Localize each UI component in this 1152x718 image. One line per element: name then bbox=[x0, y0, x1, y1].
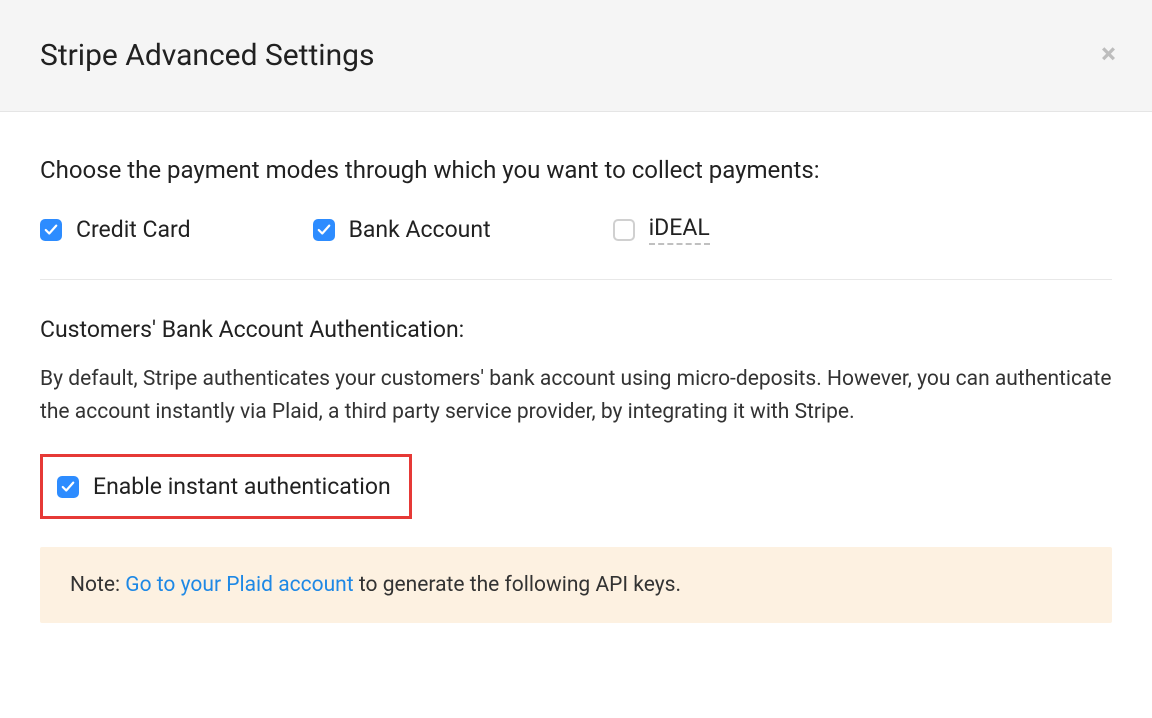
payment-modes-row: Credit Card Bank Account iDEAL bbox=[40, 214, 1112, 245]
modal-body: Choose the payment modes through which y… bbox=[0, 112, 1152, 643]
checkbox-label-enable-instant-auth: Enable instant authentication bbox=[93, 473, 391, 500]
checkbox-label-ideal[interactable]: iDEAL bbox=[649, 214, 710, 245]
divider bbox=[40, 279, 1112, 280]
check-icon bbox=[61, 480, 75, 494]
bank-auth-description: By default, Stripe authenticates your cu… bbox=[40, 363, 1112, 428]
check-icon bbox=[317, 223, 331, 237]
payment-modes-heading: Choose the payment modes through which y… bbox=[40, 156, 1112, 184]
checkbox-item-ideal: iDEAL bbox=[613, 214, 710, 245]
note-prefix: Note: bbox=[70, 573, 125, 597]
checkbox-credit-card[interactable] bbox=[40, 219, 62, 241]
modal-title: Stripe Advanced Settings bbox=[40, 38, 1112, 73]
plaid-account-link[interactable]: Go to your Plaid account bbox=[125, 573, 353, 597]
checkbox-label-bank-account: Bank Account bbox=[349, 216, 491, 243]
checkbox-bank-account[interactable] bbox=[313, 219, 335, 241]
modal-header: Stripe Advanced Settings × bbox=[0, 0, 1152, 112]
checkbox-item-credit-card: Credit Card bbox=[40, 214, 191, 245]
checkbox-item-bank-account: Bank Account bbox=[313, 214, 491, 245]
bank-auth-heading: Customers' Bank Account Authentication: bbox=[40, 316, 1112, 343]
close-icon[interactable]: × bbox=[1101, 40, 1116, 68]
note-box: Note: Go to your Plaid account to genera… bbox=[40, 547, 1112, 623]
note-suffix: to generate the following API keys. bbox=[354, 573, 681, 597]
checkbox-ideal[interactable] bbox=[613, 219, 635, 241]
check-icon bbox=[44, 223, 58, 237]
checkbox-enable-instant-auth[interactable] bbox=[57, 476, 79, 498]
enable-instant-auth-highlight: Enable instant authentication bbox=[40, 454, 412, 519]
checkbox-label-credit-card: Credit Card bbox=[76, 216, 191, 243]
